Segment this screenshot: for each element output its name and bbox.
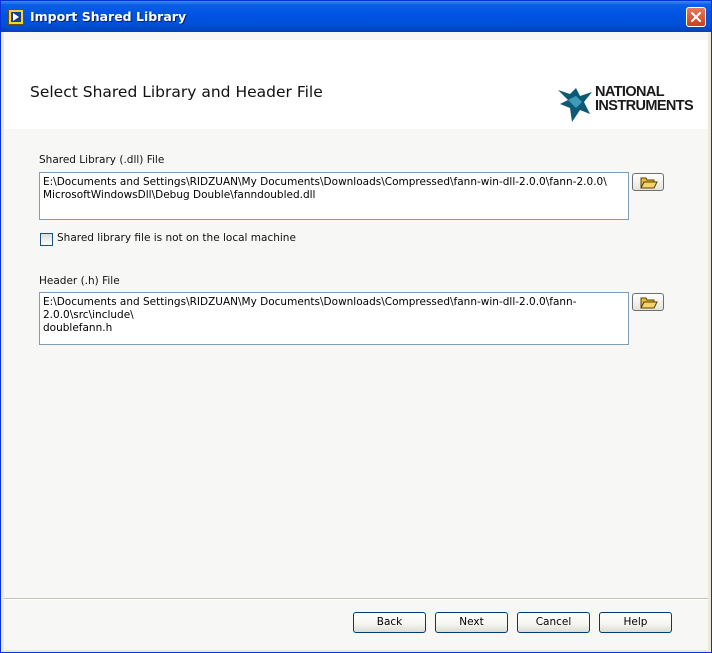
header-file-path-field[interactable]: E:\Documents and Settings\RIDZUAN\My Doc… bbox=[39, 292, 629, 345]
help-button[interactable]: Help bbox=[599, 612, 672, 633]
shared-library-path-field[interactable]: E:\Documents and Settings\RIDZUAN\My Doc… bbox=[39, 172, 629, 220]
header-file-path-line2: doublefann.h bbox=[43, 322, 113, 334]
header-file-path-line1: E:\Documents and Settings\RIDZUAN\My Doc… bbox=[43, 296, 577, 321]
dialog-body: Select Shared Library and Header File NA… bbox=[4, 32, 708, 650]
footer-separator bbox=[4, 598, 708, 600]
next-button[interactable]: Next bbox=[435, 612, 508, 633]
logo-text: NATIONAL INSTRUMENTS bbox=[595, 84, 694, 114]
labview-icon bbox=[8, 9, 24, 25]
header-file-label: Header (.h) File bbox=[39, 275, 120, 287]
folder-open-icon bbox=[640, 177, 658, 189]
close-button[interactable] bbox=[686, 7, 706, 27]
logo-line-instruments: INSTRUMENTS bbox=[595, 98, 694, 114]
browse-shared-library-button[interactable] bbox=[632, 173, 664, 191]
page-title: Select Shared Library and Header File bbox=[30, 83, 323, 101]
browse-header-file-button[interactable] bbox=[632, 293, 664, 311]
close-icon bbox=[691, 12, 701, 22]
shared-library-label: Shared Library (.dll) File bbox=[39, 154, 165, 166]
title-bar[interactable]: Import Shared Library bbox=[1, 1, 711, 32]
shared-library-path-line2: MicrosoftWindowsDll\Debug Double\fanndou… bbox=[43, 189, 316, 201]
ni-eagle-icon bbox=[558, 88, 592, 122]
remote-library-checkbox-label[interactable]: Shared library file is not on the local … bbox=[57, 232, 296, 244]
remote-library-checkbox[interactable] bbox=[40, 233, 53, 246]
cancel-button[interactable]: Cancel bbox=[517, 612, 590, 633]
shared-library-path-line1: E:\Documents and Settings\RIDZUAN\My Doc… bbox=[43, 176, 607, 188]
window-title: Import Shared Library bbox=[30, 9, 187, 24]
national-instruments-logo: NATIONAL INSTRUMENTS bbox=[556, 84, 702, 124]
import-shared-library-window: Import Shared Library Select Shared Libr… bbox=[0, 0, 712, 653]
back-button[interactable]: Back bbox=[353, 612, 426, 633]
logo-line-national: NATIONAL bbox=[595, 84, 665, 100]
folder-open-icon bbox=[640, 297, 658, 309]
